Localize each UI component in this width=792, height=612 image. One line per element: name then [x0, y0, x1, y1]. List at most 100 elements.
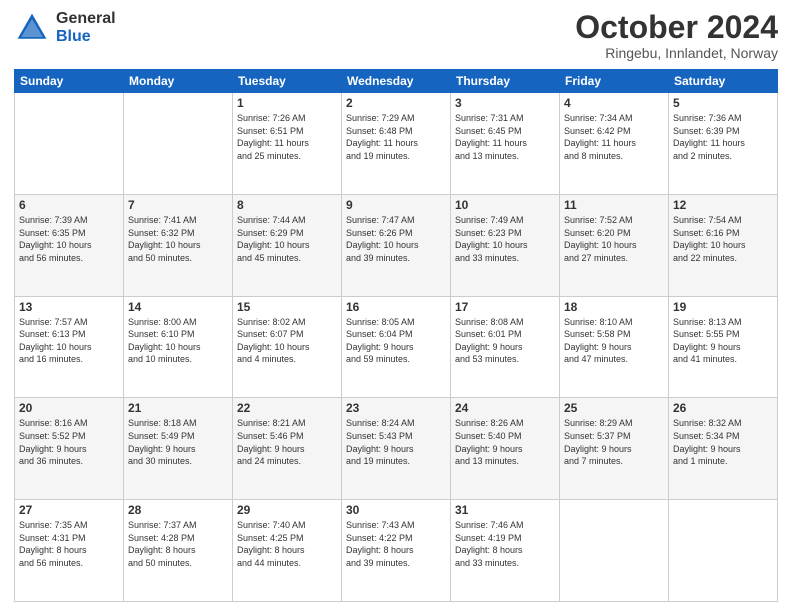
calendar-week-1: 1 Sunrise: 7:26 AM Sunset: 6:51 PM Daylig…: [15, 93, 778, 195]
day-number: 22: [237, 401, 337, 415]
day-number: 12: [673, 198, 773, 212]
day-info: Sunrise: 7:44 AM Sunset: 6:29 PM Dayligh…: [237, 214, 337, 264]
calendar-cell: 27 Sunrise: 7:35 AM Sunset: 4:31 PM Dayli…: [15, 500, 124, 602]
calendar-cell: 17 Sunrise: 8:08 AM Sunset: 6:01 PM Dayli…: [451, 296, 560, 398]
day-number: 14: [128, 300, 228, 314]
calendar-cell: 15 Sunrise: 8:02 AM Sunset: 6:07 PM Dayli…: [233, 296, 342, 398]
subtitle: Ringebu, Innlandet, Norway: [575, 45, 778, 61]
calendar-cell: 10Sunrise: 7:49 AM Sunset: 6:23 PM Dayli…: [451, 194, 560, 296]
day-info: Sunrise: 8:16 AM Sunset: 5:52 PM Dayligh…: [19, 417, 119, 467]
calendar-cell: 18 Sunrise: 8:10 AM Sunset: 5:58 PM Dayli…: [560, 296, 669, 398]
day-number: 8: [237, 198, 337, 212]
day-info: Sunrise: 7:47 AM Sunset: 6:26 PM Dayligh…: [346, 214, 446, 264]
day-info: Sunrise: 7:31 AM Sunset: 6:45 PM Dayligh…: [455, 112, 555, 162]
page-container: General Blue October 2024 Ringebu, Innla…: [0, 0, 792, 612]
day-number: 13: [19, 300, 119, 314]
day-info: Sunrise: 8:29 AM Sunset: 5:37 PM Dayligh…: [564, 417, 664, 467]
day-info: Sunrise: 7:37 AM Sunset: 4:28 PM Dayligh…: [128, 519, 228, 569]
day-info: Sunrise: 8:08 AM Sunset: 6:01 PM Dayligh…: [455, 316, 555, 366]
day-info: Sunrise: 8:10 AM Sunset: 5:58 PM Dayligh…: [564, 316, 664, 366]
col-friday: Friday: [560, 70, 669, 93]
calendar-cell: 4Sunrise: 7:34 AM Sunset: 6:42 PM Daylig…: [560, 93, 669, 195]
day-number: 21: [128, 401, 228, 415]
calendar-week-5: 27 Sunrise: 7:35 AM Sunset: 4:31 PM Dayli…: [15, 500, 778, 602]
col-monday: Monday: [124, 70, 233, 93]
day-info: Sunrise: 7:26 AM Sunset: 6:51 PM Dayligh…: [237, 112, 337, 162]
day-info: Sunrise: 7:49 AM Sunset: 6:23 PM Dayligh…: [455, 214, 555, 264]
day-info: Sunrise: 8:32 AM Sunset: 5:34 PM Dayligh…: [673, 417, 773, 467]
day-info: Sunrise: 7:35 AM Sunset: 4:31 PM Dayligh…: [19, 519, 119, 569]
day-number: 31: [455, 503, 555, 517]
calendar-cell: 28 Sunrise: 7:37 AM Sunset: 4:28 PM Dayli…: [124, 500, 233, 602]
month-title: October 2024: [575, 10, 778, 45]
day-number: 18: [564, 300, 664, 314]
day-info: Sunrise: 8:13 AM Sunset: 5:55 PM Dayligh…: [673, 316, 773, 366]
day-number: 7: [128, 198, 228, 212]
calendar-cell: 30 Sunrise: 7:43 AM Sunset: 4:22 PM Dayli…: [342, 500, 451, 602]
calendar-cell: 31 Sunrise: 7:46 AM Sunset: 4:19 PM Dayli…: [451, 500, 560, 602]
header-row: Sunday Monday Tuesday Wednesday Thursday…: [15, 70, 778, 93]
day-number: 1: [237, 96, 337, 110]
day-info: Sunrise: 7:29 AM Sunset: 6:48 PM Dayligh…: [346, 112, 446, 162]
calendar-cell: 3Sunrise: 7:31 AM Sunset: 6:45 PM Daylig…: [451, 93, 560, 195]
calendar-cell: 12 Sunrise: 7:54 AM Sunset: 6:16 PM Dayli…: [669, 194, 778, 296]
day-info: Sunrise: 8:24 AM Sunset: 5:43 PM Dayligh…: [346, 417, 446, 467]
day-number: 11: [564, 198, 664, 212]
day-info: Sunrise: 7:54 AM Sunset: 6:16 PM Dayligh…: [673, 214, 773, 264]
day-number: 28: [128, 503, 228, 517]
calendar-cell: [124, 93, 233, 195]
day-number: 15: [237, 300, 337, 314]
calendar-cell: 14 Sunrise: 8:00 AM Sunset: 6:10 PM Dayli…: [124, 296, 233, 398]
calendar-cell: 29Sunrise: 7:40 AM Sunset: 4:25 PM Dayli…: [233, 500, 342, 602]
day-number: 19: [673, 300, 773, 314]
day-info: Sunrise: 8:05 AM Sunset: 6:04 PM Dayligh…: [346, 316, 446, 366]
logo-blue: Blue: [56, 28, 116, 46]
col-saturday: Saturday: [669, 70, 778, 93]
day-number: 27: [19, 503, 119, 517]
calendar-cell: 1 Sunrise: 7:26 AM Sunset: 6:51 PM Daylig…: [233, 93, 342, 195]
calendar-cell: 8 Sunrise: 7:44 AM Sunset: 6:29 PM Daylig…: [233, 194, 342, 296]
calendar-body: 1 Sunrise: 7:26 AM Sunset: 6:51 PM Daylig…: [15, 93, 778, 602]
calendar-cell: [669, 500, 778, 602]
col-thursday: Thursday: [451, 70, 560, 93]
calendar-week-4: 20 Sunrise: 8:16 AM Sunset: 5:52 PM Dayli…: [15, 398, 778, 500]
col-tuesday: Tuesday: [233, 70, 342, 93]
day-number: 29: [237, 503, 337, 517]
calendar: Sunday Monday Tuesday Wednesday Thursday…: [14, 69, 778, 602]
day-info: Sunrise: 7:43 AM Sunset: 4:22 PM Dayligh…: [346, 519, 446, 569]
day-number: 9: [346, 198, 446, 212]
logo: General Blue: [14, 10, 116, 46]
day-number: 26: [673, 401, 773, 415]
header: General Blue October 2024 Ringebu, Innla…: [14, 10, 778, 61]
day-info: Sunrise: 8:00 AM Sunset: 6:10 PM Dayligh…: [128, 316, 228, 366]
day-number: 17: [455, 300, 555, 314]
day-number: 20: [19, 401, 119, 415]
day-number: 24: [455, 401, 555, 415]
day-info: Sunrise: 7:39 AM Sunset: 6:35 PM Dayligh…: [19, 214, 119, 264]
day-info: Sunrise: 7:46 AM Sunset: 4:19 PM Dayligh…: [455, 519, 555, 569]
logo-icon: [14, 10, 50, 46]
day-info: Sunrise: 8:18 AM Sunset: 5:49 PM Dayligh…: [128, 417, 228, 467]
calendar-cell: 26 Sunrise: 8:32 AM Sunset: 5:34 PM Dayli…: [669, 398, 778, 500]
day-info: Sunrise: 8:02 AM Sunset: 6:07 PM Dayligh…: [237, 316, 337, 366]
day-info: Sunrise: 7:57 AM Sunset: 6:13 PM Dayligh…: [19, 316, 119, 366]
day-info: Sunrise: 7:52 AM Sunset: 6:20 PM Dayligh…: [564, 214, 664, 264]
day-number: 23: [346, 401, 446, 415]
day-number: 25: [564, 401, 664, 415]
calendar-cell: 2 Sunrise: 7:29 AM Sunset: 6:48 PM Daylig…: [342, 93, 451, 195]
calendar-cell: 21 Sunrise: 8:18 AM Sunset: 5:49 PM Dayli…: [124, 398, 233, 500]
calendar-cell: 19 Sunrise: 8:13 AM Sunset: 5:55 PM Dayli…: [669, 296, 778, 398]
calendar-cell: 16Sunrise: 8:05 AM Sunset: 6:04 PM Dayli…: [342, 296, 451, 398]
day-info: Sunrise: 7:34 AM Sunset: 6:42 PM Dayligh…: [564, 112, 664, 162]
day-info: Sunrise: 8:26 AM Sunset: 5:40 PM Dayligh…: [455, 417, 555, 467]
logo-general: General: [56, 10, 116, 28]
day-number: 2: [346, 96, 446, 110]
calendar-cell: [560, 500, 669, 602]
calendar-cell: [15, 93, 124, 195]
calendar-week-3: 13 Sunrise: 7:57 AM Sunset: 6:13 PM Dayli…: [15, 296, 778, 398]
title-section: October 2024 Ringebu, Innlandet, Norway: [575, 10, 778, 61]
calendar-cell: 23 Sunrise: 8:24 AM Sunset: 5:43 PM Dayli…: [342, 398, 451, 500]
day-number: 5: [673, 96, 773, 110]
day-number: 30: [346, 503, 446, 517]
day-number: 6: [19, 198, 119, 212]
